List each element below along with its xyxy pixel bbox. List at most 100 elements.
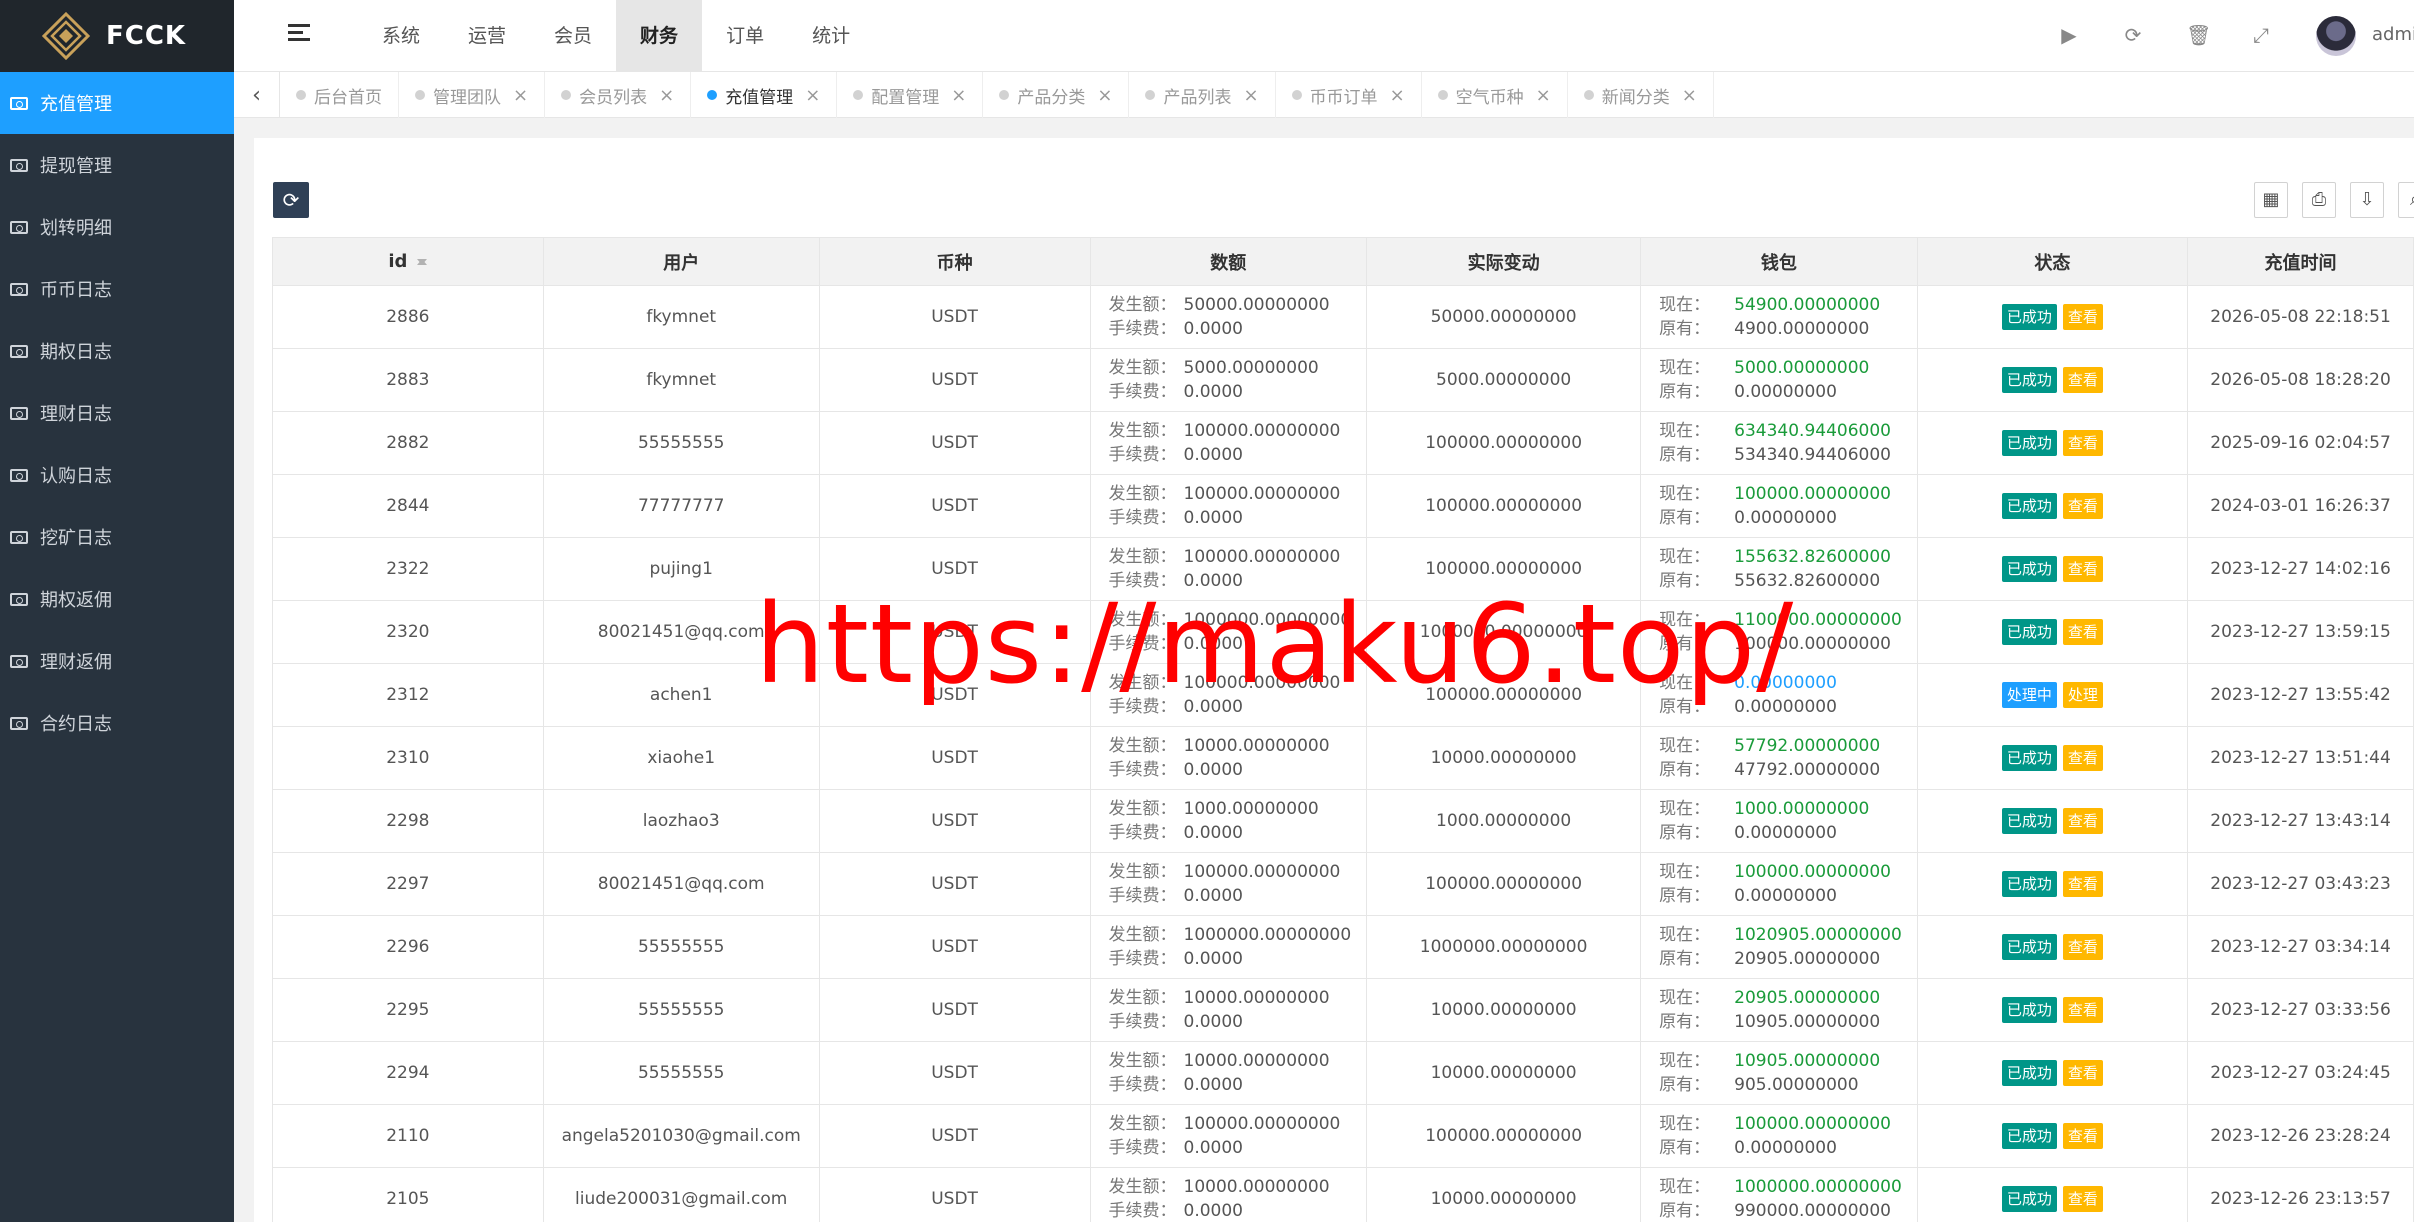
topnav-item[interactable]: 订单	[702, 0, 788, 72]
close-icon[interactable]: ×	[1390, 85, 1405, 106]
close-icon[interactable]: ×	[659, 85, 674, 106]
row-action-button[interactable]: 查看	[2062, 619, 2103, 645]
wallet-now-label: 现在：	[1659, 988, 1711, 1008]
tab[interactable]: 币币订单 ×	[1276, 72, 1422, 118]
sidebar-item-label: 充值管理	[40, 94, 112, 115]
print-icon[interactable]: ⎙	[2302, 182, 2336, 218]
wallet-now-line: 现在： 100000.00000000	[1659, 860, 1917, 884]
row-action-button[interactable]: 查看	[2062, 304, 2103, 330]
topnav-item[interactable]: 运营	[444, 0, 530, 72]
money-icon	[10, 406, 28, 420]
tab[interactable]: 后台首页	[280, 72, 399, 118]
refresh-icon[interactable]: ⟳	[2122, 24, 2144, 46]
table-header-row: id 用户 币种 数额 实际变动 钱包 状态 充值时间	[272, 237, 2414, 286]
col-header-id[interactable]: id	[272, 237, 544, 286]
admin-username[interactable]: admin	[2372, 24, 2414, 45]
cell-time: 2023-12-27 03:24:45	[2187, 1041, 2414, 1105]
cell-amount: 发生额： 10000.00000000 手续费： 0.0000	[1089, 978, 1368, 1042]
cell-user: laozhao3	[542, 789, 820, 853]
avatar[interactable]	[2316, 16, 2356, 56]
row-action-button[interactable]: 查看	[2062, 367, 2103, 393]
sidebar-item[interactable]: 币币日志	[0, 258, 234, 320]
sidebar-item[interactable]: 理财日志	[0, 382, 234, 444]
logo[interactable]: FCCK	[0, 0, 234, 72]
cell-user: 55555555	[542, 411, 820, 475]
table-row: 2297 80021451@qq.com USDT 发生额： 100000.000000…	[272, 852, 2414, 916]
row-action-button[interactable]: 查看	[2062, 1060, 2103, 1086]
row-action-button[interactable]: 查看	[2062, 1186, 2103, 1212]
wallet-now-label: 现在：	[1659, 358, 1711, 378]
amount-value: 0.0000	[1183, 1075, 1243, 1095]
close-icon[interactable]: ×	[1097, 85, 1112, 106]
sidebar-item[interactable]: 划转明细	[0, 196, 234, 258]
tab[interactable]: 配置管理 ×	[837, 72, 984, 118]
sidebar-item[interactable]: 提现管理	[0, 134, 234, 196]
topnav-item[interactable]: 统计	[788, 0, 874, 72]
wallet-now-value: 1000.00000000	[1734, 799, 1870, 819]
col-header-coin: 币种	[818, 237, 1091, 286]
money-icon	[10, 96, 28, 110]
tab[interactable]: 空气币种 ×	[1422, 72, 1568, 118]
row-action-button[interactable]: 查看	[2062, 493, 2103, 519]
cell-user: angela5201030@gmail.com	[542, 1104, 820, 1168]
row-action-button[interactable]: 查看	[2062, 1123, 2103, 1149]
row-action-button[interactable]: 查看	[2062, 934, 2103, 960]
topnav-item[interactable]: 会员	[530, 0, 616, 72]
tab[interactable]: 充值管理 ×	[691, 72, 838, 118]
close-icon[interactable]: ×	[513, 85, 528, 106]
wallet-before-value: 10905.00000000	[1734, 1012, 1881, 1032]
tab[interactable]: 管理团队 ×	[399, 72, 546, 118]
amount-value: 100000.00000000	[1183, 1114, 1341, 1134]
row-action-button[interactable]: 查看	[2062, 430, 2103, 456]
close-icon[interactable]: ×	[951, 85, 966, 106]
cell-actual: 1000.00000000	[1366, 789, 1642, 853]
tab[interactable]: 会员列表 ×	[545, 72, 692, 118]
wallet-before-value: 0.00000000	[1734, 508, 1837, 528]
tab[interactable]: 新闻分类 ×	[1568, 72, 1714, 118]
sidebar-item[interactable]: 认购日志	[0, 444, 234, 506]
money-icon	[10, 158, 28, 172]
play-icon[interactable]: ▶	[2058, 24, 2080, 46]
wallet-now-label: 现在：	[1659, 295, 1711, 315]
wallet-before-line: 原有： 0.00000000	[1659, 884, 1917, 908]
export-icon[interactable]: ⇩	[2350, 182, 2384, 218]
close-icon[interactable]: ×	[1243, 85, 1258, 106]
topnav-item[interactable]: 财务	[616, 0, 703, 72]
close-icon[interactable]: ×	[1536, 85, 1551, 106]
collapse-menu-icon[interactable]	[288, 24, 310, 46]
columns-filter-icon[interactable]: ▦	[2254, 182, 2288, 218]
wallet-now-line: 现在： 155632.82600000	[1659, 545, 1917, 569]
sidebar-item[interactable]: 期权返佣	[0, 568, 234, 630]
sidebar-item[interactable]: 理财返佣	[0, 630, 234, 692]
topnav-item[interactable]: 系统	[358, 0, 444, 72]
wallet-now-line: 现在： 1020905.00000000	[1659, 923, 1917, 947]
trash-icon[interactable]: 🗑	[2186, 24, 2211, 46]
sort-icon[interactable]	[417, 254, 428, 270]
tab[interactable]: 产品列表 ×	[1129, 72, 1276, 118]
fullscreen-icon[interactable]: ⤢	[2250, 24, 2272, 46]
tabs-prev-icon[interactable]: ‹	[234, 72, 280, 118]
money-icon	[10, 716, 28, 730]
close-icon[interactable]: ×	[805, 85, 820, 106]
sidebar-item[interactable]: 充值管理	[0, 72, 234, 134]
tab[interactable]: 产品分类 ×	[983, 72, 1130, 118]
sidebar-item[interactable]: 挖矿日志	[0, 506, 234, 568]
close-icon[interactable]: ×	[1682, 85, 1697, 106]
amount-value: 0.0000	[1183, 949, 1243, 969]
table-refresh-button[interactable]: ⟳	[273, 182, 309, 218]
wallet-before-value: 905.00000000	[1734, 1075, 1859, 1095]
wallet-now-line: 现在： 100000.00000000	[1659, 1112, 1917, 1136]
row-action-button[interactable]: 查看	[2062, 997, 2103, 1023]
sidebar-item[interactable]: 期权日志	[0, 320, 234, 382]
row-action-button[interactable]: 查看	[2062, 745, 2103, 771]
tab-dot-icon	[415, 90, 425, 100]
sidebar-menu: 充值管理提现管理 划转明细 币币日志 期权日志 理财日志 认购日志 挖矿日志 期权返佣 理财返佣…	[0, 72, 234, 754]
amount-label: 发生额：	[1108, 988, 1177, 1008]
row-action-button[interactable]: 处理	[2062, 682, 2103, 708]
row-action-button[interactable]: 查看	[2062, 808, 2103, 834]
row-action-button[interactable]: 查看	[2062, 556, 2103, 582]
tabs-list: 后台首页 管理团队 × 会员列表 × 充值管理 × 配置管理 × 产品分类 × 产品列表 × 币币订单 × 空…	[280, 72, 1714, 118]
sidebar-item[interactable]: 合约日志	[0, 692, 234, 754]
row-action-button[interactable]: 查看	[2062, 871, 2103, 897]
search-icon[interactable]: ⌕	[2398, 182, 2414, 218]
